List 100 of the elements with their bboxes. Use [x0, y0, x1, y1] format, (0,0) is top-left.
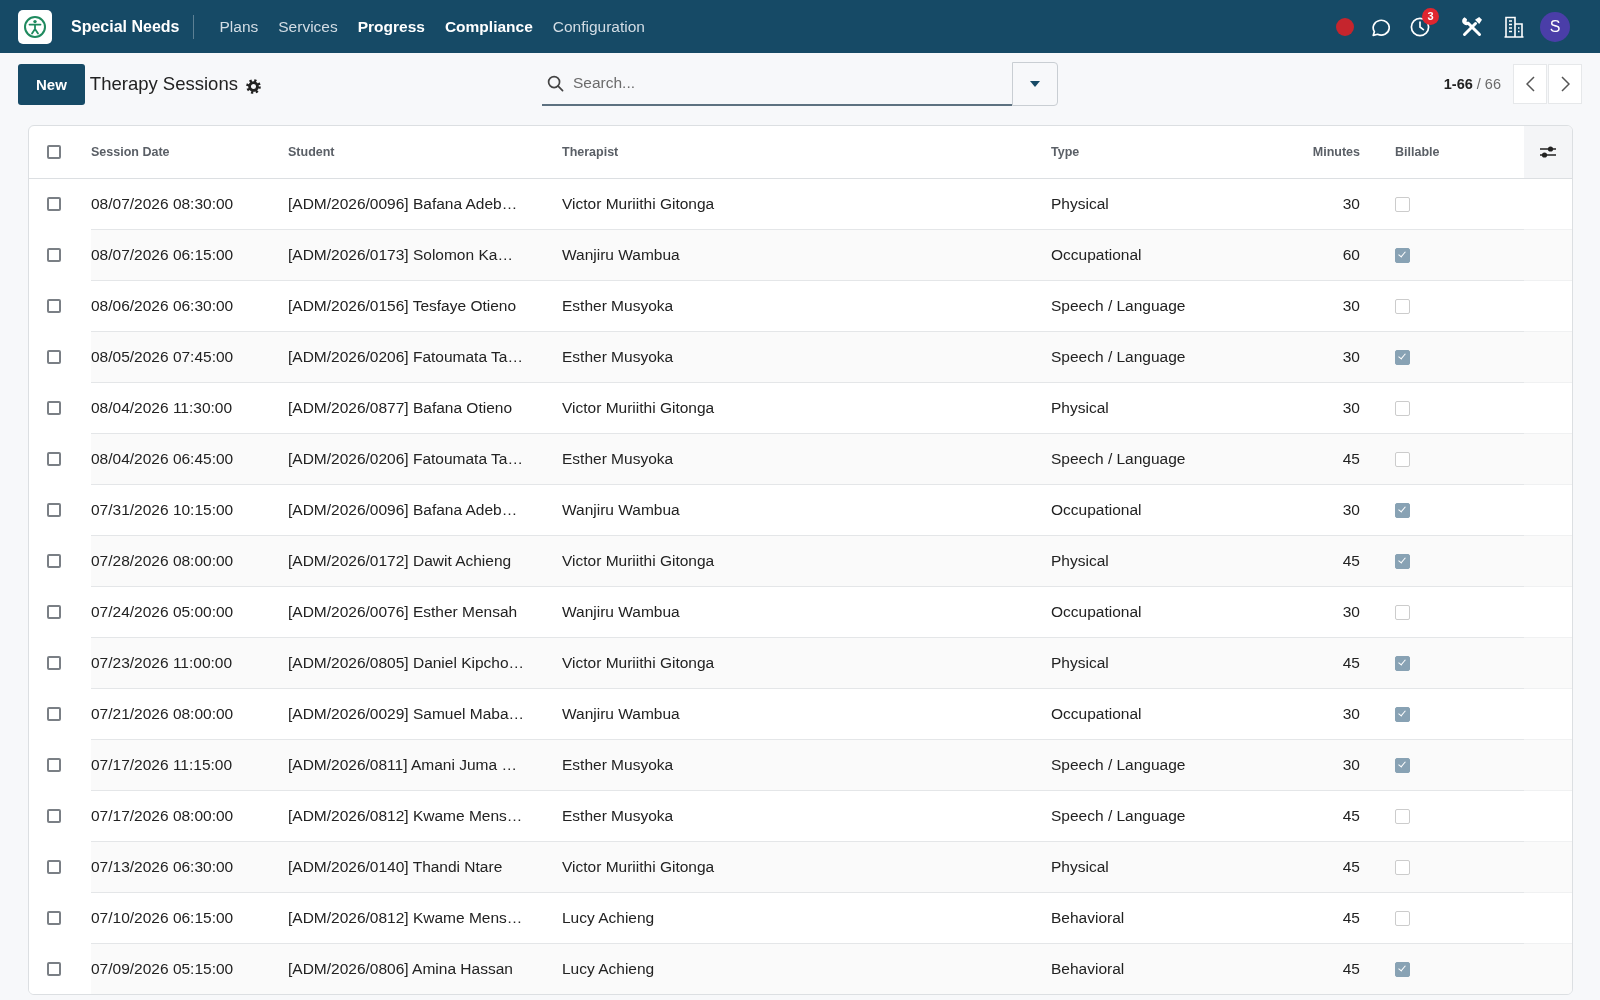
billable-checkbox[interactable] [1395, 196, 1410, 212]
row-checkbox[interactable] [47, 605, 61, 619]
table-cell: Victor Muriithi Gitonga [562, 535, 1051, 587]
billable-checkbox[interactable] [1395, 604, 1410, 620]
table-cell: 45 [1260, 535, 1380, 587]
table-cell: 07/09/2026 05:15:00 [91, 943, 288, 994]
table-cell: Lucy Achieng [562, 943, 1051, 994]
table-cell: Occupational [1051, 229, 1260, 281]
billable-checkbox[interactable] [1395, 349, 1410, 365]
table-cell: [ADM/2026/0805] Daniel Kipcho… [288, 637, 562, 689]
row-checkbox[interactable] [47, 911, 61, 925]
billable-checkbox[interactable] [1395, 400, 1410, 416]
row-checkbox[interactable] [47, 299, 61, 313]
table-cell: Physical [1051, 178, 1260, 230]
table-cell: 30 [1260, 178, 1380, 230]
building-icon[interactable] [1504, 15, 1524, 38]
table-cell: 07/28/2026 08:00:00 [91, 535, 288, 587]
billable-checkbox[interactable] [1395, 910, 1410, 926]
table-cell: 30 [1260, 331, 1380, 383]
column-header[interactable]: Session Date [91, 126, 288, 179]
row-checkbox[interactable] [47, 452, 61, 466]
table-cell: [ADM/2026/0140] Thandi Ntare [288, 841, 562, 893]
table-cell: Victor Muriithi Gitonga [562, 637, 1051, 689]
table-cell: Speech / Language [1051, 433, 1260, 485]
table-cell: Esther Musyoka [562, 331, 1051, 383]
previous-page-button[interactable] [1513, 64, 1547, 104]
row-checkbox[interactable] [47, 350, 61, 364]
gear-icon[interactable] [245, 78, 261, 94]
table-cell: Physical [1051, 841, 1260, 893]
table-cell: Physical [1051, 637, 1260, 689]
next-page-button[interactable] [1548, 64, 1582, 104]
column-header[interactable]: Type [1051, 126, 1260, 179]
user-avatar[interactable]: S [1540, 11, 1570, 42]
table-cell: [ADM/2026/0206] Fatoumata Ta… [288, 433, 562, 485]
table-cell: Physical [1051, 535, 1260, 587]
chat-icon[interactable] [1370, 16, 1390, 37]
row-checkbox[interactable] [47, 401, 61, 415]
nav-menu-item[interactable]: Services [268, 0, 348, 53]
table-cell: Esther Musyoka [562, 739, 1051, 791]
row-checkbox[interactable] [47, 554, 61, 568]
billable-checkbox[interactable] [1395, 859, 1410, 875]
table-cell: 08/04/2026 06:45:00 [91, 433, 288, 485]
row-checkbox[interactable] [47, 962, 61, 976]
table-cell: 08/07/2026 08:30:00 [91, 178, 288, 230]
column-header[interactable]: Minutes [1260, 126, 1380, 179]
select-all-checkbox[interactable] [47, 145, 61, 159]
row-checkbox[interactable] [47, 860, 61, 874]
table-cell: 45 [1260, 433, 1380, 485]
table-cell: Victor Muriithi Gitonga [562, 841, 1051, 893]
search-field[interactable]: Search... [542, 62, 1012, 106]
column-header[interactable]: Therapist [562, 126, 1051, 179]
clock-icon[interactable] [1410, 16, 1430, 37]
column-header[interactable]: Student [288, 126, 562, 179]
billable-checkbox[interactable] [1395, 451, 1410, 467]
row-checkbox[interactable] [47, 707, 61, 721]
billable-checkbox[interactable] [1395, 553, 1410, 569]
new-button[interactable]: New [18, 63, 85, 105]
row-checkbox[interactable] [47, 656, 61, 670]
billable-checkbox[interactable] [1395, 247, 1410, 263]
table-cell: 08/05/2026 07:45:00 [91, 331, 288, 383]
table-cell: 07/17/2026 11:15:00 [91, 739, 288, 791]
sliders-icon [1539, 145, 1557, 159]
row-checkbox[interactable] [47, 503, 61, 517]
nav-menu-item[interactable]: Configuration [542, 0, 655, 53]
table-cell: Speech / Language [1051, 331, 1260, 383]
page-title: Therapy Sessions [89, 73, 238, 95]
table-cell: Behavioral [1051, 943, 1260, 994]
caret-icon [1030, 81, 1040, 87]
app-name[interactable]: Special Needs [71, 17, 180, 36]
table-cell: 08/07/2026 06:15:00 [91, 229, 288, 281]
pager-value: 1-66 / 66 [1443, 76, 1501, 92]
table-cell: [ADM/2026/0172] Dawit Achieng [288, 535, 562, 587]
table-cell: 45 [1260, 943, 1380, 994]
billable-checkbox[interactable] [1395, 706, 1410, 722]
nav-menu-item[interactable]: Compliance [434, 0, 543, 53]
row-checkbox[interactable] [47, 248, 61, 262]
row-checkbox[interactable] [47, 197, 61, 211]
nav-menu-item[interactable]: Progress [347, 0, 435, 53]
notification-badge: 3 [1422, 7, 1439, 25]
billable-checkbox[interactable] [1395, 502, 1410, 518]
tools-icon[interactable] [1460, 14, 1484, 39]
billable-checkbox[interactable] [1395, 757, 1410, 773]
table-cell: [ADM/2026/0173] Solomon Ka… [288, 229, 562, 281]
table-cell: Wanjiru Wambua [562, 229, 1051, 281]
status-dot-icon[interactable] [1336, 17, 1354, 36]
billable-checkbox[interactable] [1395, 298, 1410, 314]
table-cell: Speech / Language [1051, 739, 1260, 791]
row-checkbox[interactable] [47, 809, 61, 823]
chevron-left-icon [1525, 76, 1535, 92]
table-cell: [ADM/2026/0806] Amina Hassan [288, 943, 562, 994]
table-cell: 30 [1260, 739, 1380, 791]
billable-checkbox[interactable] [1395, 808, 1410, 824]
table-cell: 60 [1260, 229, 1380, 281]
table-cell: 45 [1260, 841, 1380, 893]
billable-checkbox[interactable] [1395, 961, 1410, 977]
billable-checkbox[interactable] [1395, 655, 1410, 671]
chevron-right-icon [1560, 76, 1570, 92]
nav-menu-item[interactable]: Plans [209, 0, 269, 53]
row-checkbox[interactable] [47, 758, 61, 772]
app-logo-icon[interactable] [18, 9, 52, 44]
